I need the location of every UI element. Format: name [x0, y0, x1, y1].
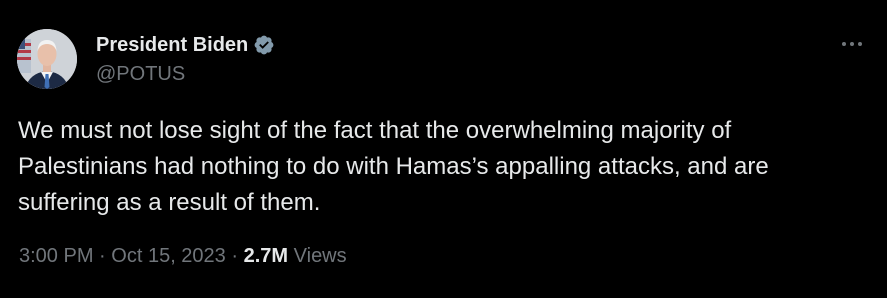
views-count[interactable]: 2.7M: [244, 245, 288, 268]
tweet-text: We must not lose sight of the fact that …: [18, 117, 769, 216]
tweet-date[interactable]: Oct 15, 2023: [111, 245, 226, 268]
author-name-row: President Biden: [96, 32, 275, 58]
author-handle[interactable]: @POTUS: [96, 63, 185, 86]
author-avatar[interactable]: [17, 29, 77, 89]
meta-separator: ·: [231, 245, 239, 267]
tweet-metadata: 3:00 PM · Oct 15, 2023 · 2.7M Views: [19, 245, 347, 268]
author-display-name[interactable]: President Biden: [96, 34, 248, 57]
tweet-time[interactable]: 3:00 PM: [19, 245, 93, 268]
avatar-photo-icon: [17, 29, 77, 89]
verified-badge-icon[interactable]: [253, 34, 275, 56]
more-options-icon[interactable]: [838, 34, 866, 54]
tweet-card: President Biden @POTUS We must not lose …: [0, 0, 887, 298]
views-label: Views: [293, 245, 347, 267]
meta-separator: ·: [99, 245, 106, 267]
